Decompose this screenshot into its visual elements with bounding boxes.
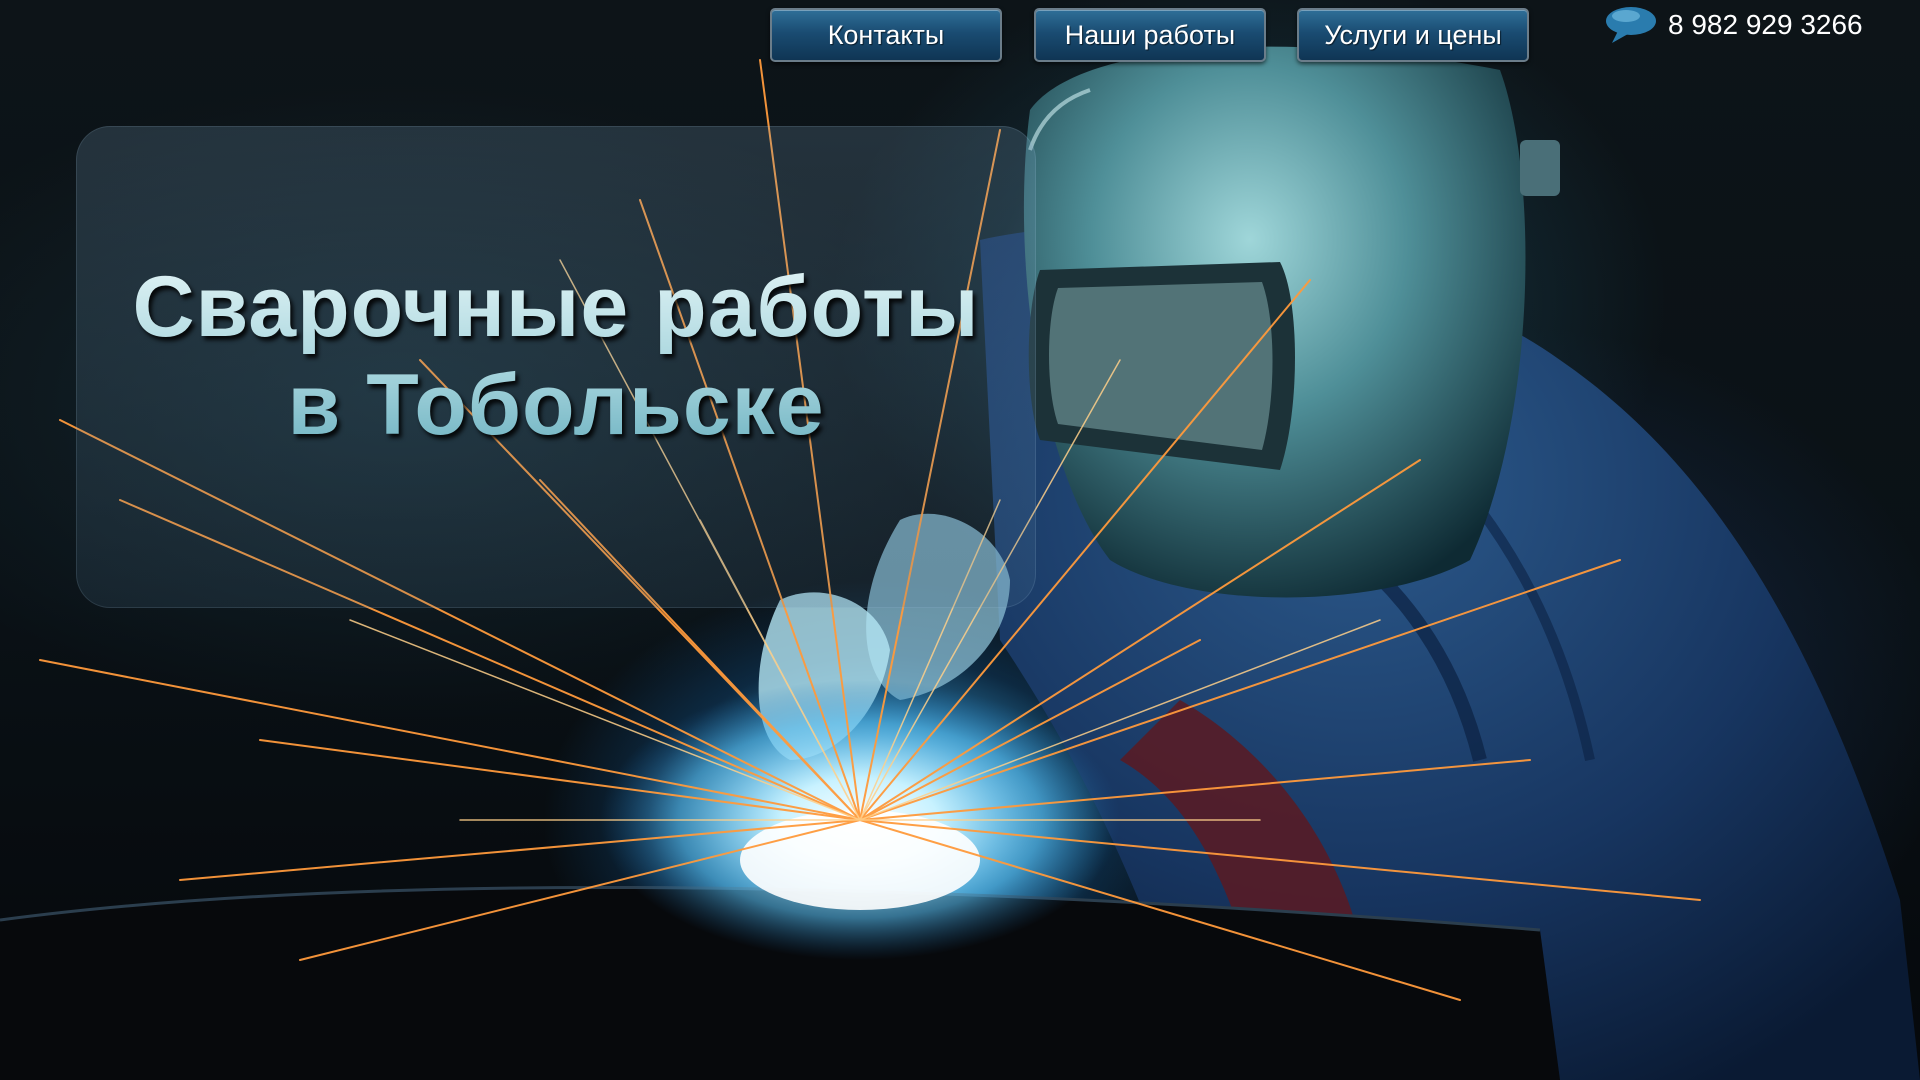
hero-title: Сварочные работы в Тобольске <box>76 258 1036 454</box>
speech-bubble-icon <box>1606 7 1656 43</box>
nav-services-button[interactable]: Услуги и цены <box>1297 8 1529 62</box>
hero-stage: Сварочные работы в Тобольске Контакты На… <box>0 0 1920 1080</box>
phone-contact[interactable]: 8 982 929 3266 <box>1604 7 1863 43</box>
nav-works-button[interactable]: Наши работы <box>1034 8 1266 62</box>
hero-title-line-1: Сварочные работы <box>132 259 980 355</box>
hero-title-line-2: в Тобольске <box>287 357 825 453</box>
nav-contacts-button[interactable]: Контакты <box>770 8 1002 62</box>
phone-number: 8 982 929 3266 <box>1668 9 1863 40</box>
